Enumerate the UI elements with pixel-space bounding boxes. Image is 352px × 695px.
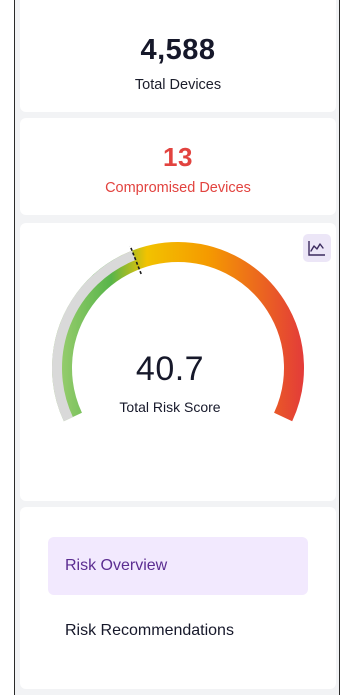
risk-score-label: Total Risk Score (119, 399, 221, 415)
total-devices-value: 4,588 (140, 34, 216, 66)
total-devices-card: 4,588 Total Devices (20, 0, 336, 112)
menu-item-risk-overview[interactable]: Risk Overview (48, 537, 308, 595)
risk-score-card: 40.7 Total Risk Score (20, 223, 336, 501)
compromised-devices-card: 13 Compromised Devices (20, 118, 336, 215)
risk-score-value: 40.7 (135, 350, 205, 388)
total-devices-label: Total Devices (134, 77, 222, 93)
menu-item-risk-recommendations[interactable]: Risk Recommendations (48, 602, 308, 660)
compromised-devices-value: 13 (163, 142, 193, 172)
risk-navigation: Risk Overview Risk Recommendations (20, 507, 336, 689)
compromised-devices-label: Compromised Devices (105, 180, 251, 196)
risk-sidebar-panel: 4,588 Total Devices 13 Compromised Devic… (14, 0, 340, 695)
